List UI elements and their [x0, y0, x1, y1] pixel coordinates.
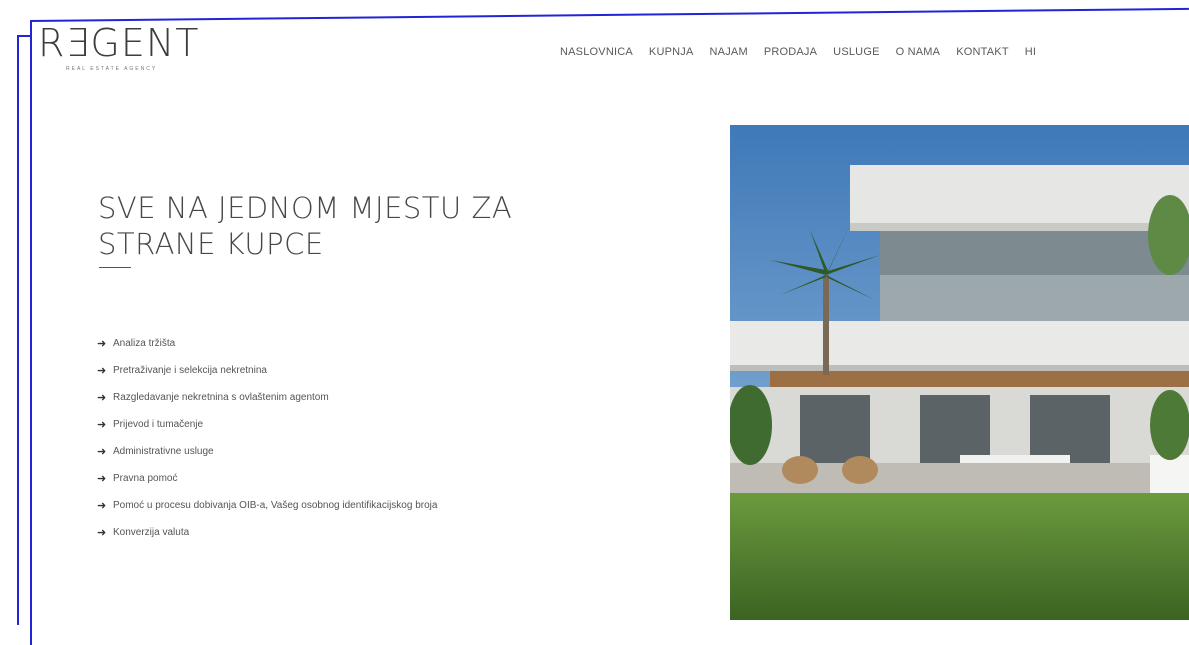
section-title: SVE NA JEDNOM MJESTU ZA STRANE KUPCE: [98, 191, 513, 261]
nav-item-prodaja[interactable]: PRODAJA: [764, 46, 817, 58]
arrow-right-icon: ➜: [97, 338, 107, 350]
feature-label: Prijevod i tumačenje: [113, 419, 204, 430]
feature-list: ➜ Analiza tržišta ➜ Pretraživanje i selekc…: [97, 336, 597, 552]
list-item: ➜ Razgledavanje nekretnina s ovlaštenim a…: [97, 390, 597, 406]
villa-illustration: [730, 125, 1189, 620]
feature-label: Administrativne usluge: [113, 446, 214, 457]
nav-item-kontakt[interactable]: KONTAKT: [956, 46, 1009, 58]
nav-item-language[interactable]: HI: [1025, 46, 1036, 58]
arrow-right-icon: ➜: [97, 500, 107, 512]
nav-item-najam[interactable]: NAJAM: [710, 46, 748, 58]
arrow-right-icon: ➜: [97, 446, 107, 458]
nav-item-kupnja[interactable]: KUPNJA: [649, 46, 694, 58]
arrow-right-icon: ➜: [97, 419, 107, 431]
frame-top-left-line: [17, 35, 31, 37]
feature-label: Analiza tržišta: [113, 338, 176, 349]
list-item: ➜ Pomoć u procesu dobivanja OIB-a, Vašeg …: [97, 498, 577, 514]
frame-top-line: [29, 7, 1189, 22]
arrow-right-icon: ➜: [97, 527, 107, 539]
brand-name: RƎGENT: [38, 21, 200, 65]
list-item: ➜ Pretraživanje i selekcija nekretnina: [97, 363, 597, 379]
feature-label: Razgledavanje nekretnina s ovlaštenim ag…: [113, 392, 329, 403]
feature-label: Pretraživanje i selekcija nekretnina: [113, 365, 267, 376]
list-item: ➜ Prijevod i tumačenje: [97, 417, 597, 433]
list-item: ➜ Administrativne usluge: [97, 444, 597, 460]
brand-tagline: REAL ESTATE AGENCY: [66, 66, 158, 72]
hero-image: [730, 125, 1189, 620]
feature-label: Pravna pomoć: [113, 473, 178, 484]
main-nav: NASLOVNICA KUPNJA NAJAM PRODAJA USLUGE O…: [560, 46, 1052, 58]
frame-left-outer-line: [17, 35, 19, 625]
brand-logo[interactable]: RƎGENT REAL ESTATE AGENCY: [38, 24, 200, 72]
arrow-right-icon: ➜: [97, 392, 107, 404]
nav-item-o-nama[interactable]: O NAMA: [896, 46, 941, 58]
arrow-right-icon: ➜: [97, 473, 107, 485]
list-item: ➜ Pravna pomoć: [97, 471, 597, 487]
feature-label: Konverzija valuta: [113, 527, 190, 538]
arrow-right-icon: ➜: [97, 365, 107, 377]
feature-label: Pomoć u procesu dobivanja OIB-a, Vašeg o…: [113, 500, 438, 511]
nav-item-naslovnica[interactable]: NASLOVNICA: [560, 46, 633, 58]
list-item: ➜ Konverzija valuta: [97, 525, 597, 541]
title-divider: [99, 267, 131, 268]
list-item: ➜ Analiza tržišta: [97, 336, 597, 352]
frame-left-line: [30, 20, 32, 645]
nav-item-usluge[interactable]: USLUGE: [833, 46, 879, 58]
